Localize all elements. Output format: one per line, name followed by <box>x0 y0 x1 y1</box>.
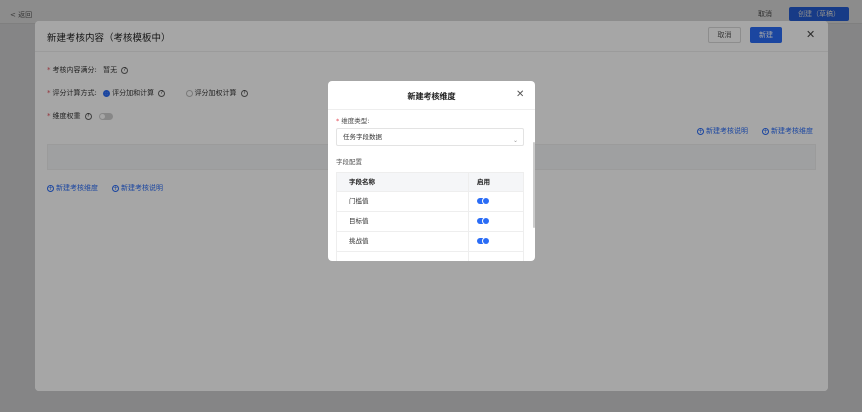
dim-type-select[interactable]: 任务字段数据 ⌄ <box>336 128 524 146</box>
row-name: 挑战值 <box>337 232 469 251</box>
modal-title: 新建考核维度 <box>407 92 456 101</box>
header-field-name: 字段名称 <box>337 173 469 191</box>
table-row: 门槛值 <box>336 192 524 212</box>
dim-type-label: * 维度类型: <box>336 117 370 125</box>
table-row: 挑战值 <box>336 232 524 252</box>
row-name: 门槛值 <box>337 192 469 211</box>
modal-scrollbar[interactable] <box>533 142 535 228</box>
row-name: 目标值 <box>337 212 469 231</box>
chevron-down-icon: ⌄ <box>512 137 518 144</box>
table-header: 字段名称 启用 <box>336 172 524 192</box>
dim-type-value: 任务字段数据 <box>343 133 382 141</box>
enable-toggle[interactable] <box>477 238 489 244</box>
enable-toggle[interactable] <box>477 198 489 204</box>
field-table: 字段名称 启用 门槛值 目标值 挑战值 <box>336 172 524 261</box>
new-dimension-modal: 新建考核维度 ✕ * 维度类型: 任务字段数据 ⌄ 字段配置 字段名称 启用 门槛… <box>328 81 535 261</box>
modal-divider <box>328 109 535 110</box>
table-row-partial <box>336 252 524 261</box>
table-row: 目标值 <box>336 212 524 232</box>
field-config-label: 字段配置 <box>336 158 362 166</box>
required-mark: * <box>336 117 340 125</box>
enable-toggle[interactable] <box>477 218 489 224</box>
header-enabled: 启用 <box>477 178 490 186</box>
close-icon[interactable]: ✕ <box>516 89 524 100</box>
